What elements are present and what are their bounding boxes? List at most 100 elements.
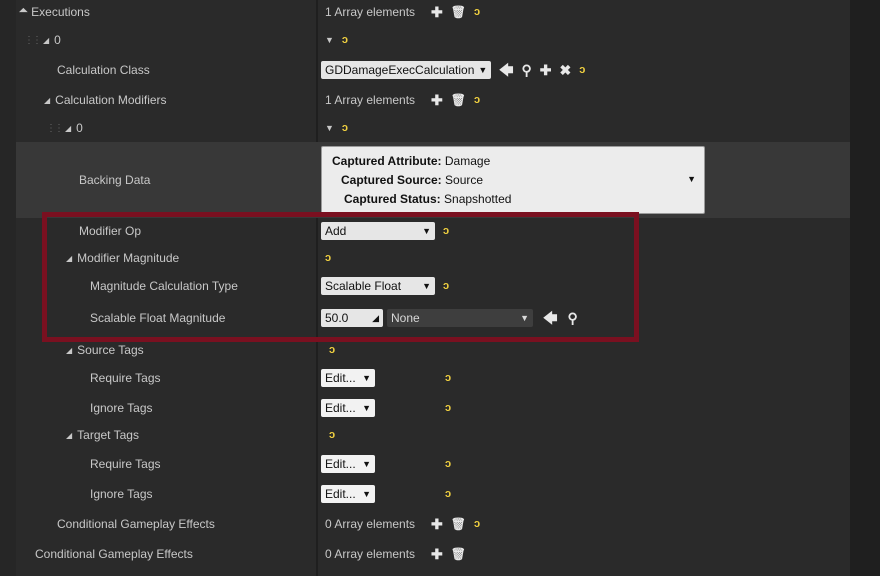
executions-name[interactable]: ◢ Executions — [16, 0, 318, 24]
target-tags-name[interactable]: ◢ Target Tags — [16, 424, 364, 446]
chevron-down-icon: ▼ — [520, 313, 529, 323]
reset-to-default-icon[interactable]: ↄ — [445, 458, 451, 470]
add-element-icon[interactable]: ✚ — [431, 517, 443, 531]
target-require-tags-value: Edit... ▼ ↄ — [321, 452, 451, 476]
use-selected-arrow-icon[interactable]: 🡄 — [543, 311, 557, 325]
reset-to-default-icon[interactable]: ↄ — [579, 64, 585, 76]
scalable-float-number[interactable]: 50.0 ◢ — [321, 309, 383, 327]
calculation-class-name: Calculation Class — [16, 58, 355, 82]
chevron-down-icon[interactable]: ▼ — [325, 35, 334, 45]
reset-to-default-icon[interactable]: ↄ — [445, 402, 451, 414]
target-ignore-tags-value: Edit... ▼ ↄ — [321, 482, 451, 506]
curve-table-combo[interactable]: None ▼ — [387, 309, 533, 327]
magnitude-calc-type-combo[interactable]: Scalable Float ▼ — [321, 277, 435, 295]
row-modifiers-0: ⋮⋮ ◢ 0 ▼ ↄ — [16, 116, 850, 140]
reset-to-default-icon[interactable]: ↄ — [445, 372, 451, 384]
captured-source-line: Captured Source: Source — [341, 173, 483, 187]
row-executions-0: ⋮⋮ ◢ 0 ▼ ↄ — [16, 28, 850, 52]
modifier-op-combo[interactable]: Add ▼ — [321, 222, 435, 240]
source-require-tags-value: Edit... ▼ ↄ — [321, 366, 451, 390]
row-target-require-tags: Require Tags Edit... ▼ ↄ — [16, 452, 850, 476]
backing-data-combo[interactable]: Captured Attribute: Damage Captured Sour… — [321, 146, 705, 214]
chevron-down-icon[interactable]: ▼ — [325, 123, 334, 133]
calculation-modifiers-name[interactable]: ◢ Calculation Modifiers — [16, 88, 342, 112]
array-count: 0 Array elements — [325, 517, 416, 531]
modifier-magnitude-name[interactable]: ◢ Modifier Magnitude — [16, 247, 364, 269]
captured-source-value: Source — [445, 173, 484, 187]
conditional-effects-inner-name: Conditional Gameplay Effects — [16, 512, 355, 536]
add-element-icon[interactable]: ✚ — [431, 93, 443, 107]
target-require-tags-edit-label: Edit... — [325, 457, 356, 471]
expand-icon[interactable]: ◢ — [43, 36, 49, 45]
drag-grip-icon[interactable]: ⋮⋮ — [24, 35, 42, 46]
trash-icon[interactable]: 🗑 — [451, 517, 466, 531]
backing-data-label: Backing Data — [79, 173, 151, 187]
row-modifier-magnitude: ◢ Modifier Magnitude ↄ — [16, 247, 850, 269]
calculation-class-label: Calculation Class — [57, 63, 150, 77]
use-selected-arrow-icon[interactable]: 🡄 — [499, 63, 513, 77]
modifier-op-selected: Add — [325, 224, 347, 238]
expand-icon[interactable]: ◢ — [66, 254, 72, 263]
target-tags-label: Target Tags — [77, 428, 139, 442]
modifier-op-value: Add ▼ ↄ — [321, 220, 449, 242]
trash-icon[interactable]: 🗑 — [451, 5, 466, 19]
row-calculation-class: Calculation Class GDDamageExecCalculatio… — [16, 58, 850, 82]
right-gutter — [850, 0, 880, 576]
modifiers-0-name[interactable]: ⋮⋮ ◢ 0 — [16, 116, 344, 140]
resize-handle-icon[interactable]: ◢ — [372, 313, 379, 324]
row-magnitude-calc-type: Magnitude Calculation Type Scalable Floa… — [16, 275, 850, 297]
chevron-down-icon: ▼ — [362, 403, 371, 413]
clear-icon[interactable]: ✖ — [559, 63, 571, 77]
reset-to-default-icon[interactable]: ↄ — [474, 6, 480, 18]
array-count: 1 Array elements — [325, 93, 416, 107]
add-element-icon[interactable]: ✚ — [431, 5, 443, 19]
array-count: 1 Array elements — [325, 5, 416, 19]
captured-status-line: Captured Status: Snapshotted — [344, 192, 511, 206]
calculation-class-combo[interactable]: GDDamageExecCalculation ▼ — [321, 61, 491, 79]
trash-icon[interactable]: 🗑 — [451, 93, 466, 107]
expand-icon[interactable]: ◢ — [66, 431, 72, 440]
source-require-tags-edit[interactable]: Edit... ▼ — [321, 369, 375, 387]
reset-to-default-icon[interactable]: ↄ — [474, 94, 480, 106]
modifiers-0-value: ▼ ↄ — [325, 116, 348, 140]
source-ignore-tags-edit-label: Edit... — [325, 401, 356, 415]
target-require-tags-edit[interactable]: Edit... ▼ — [321, 455, 375, 473]
expand-icon[interactable]: ◢ — [18, 7, 29, 18]
calculation-modifiers-value: 1 Array elements ✚ 🗑 ↄ — [325, 88, 480, 112]
row-source-ignore-tags: Ignore Tags Edit... ▼ ↄ — [16, 396, 850, 420]
add-element-icon[interactable]: ✚ — [431, 547, 443, 561]
reset-to-default-icon[interactable]: ↄ — [474, 518, 480, 530]
expand-icon[interactable]: ◢ — [66, 346, 72, 355]
expand-icon[interactable]: ◢ — [44, 96, 50, 105]
captured-attribute-value: Damage — [444, 154, 491, 168]
add-icon[interactable]: ✚ — [540, 63, 552, 77]
conditional-effects-outer-value: 0 Array elements ✚ 🗑 — [325, 542, 466, 566]
conditional-effects-outer-label: Conditional Gameplay Effects — [35, 547, 193, 561]
reset-to-default-icon[interactable]: ↄ — [342, 34, 348, 46]
chevron-down-icon: ▼ — [362, 489, 371, 499]
row-conditional-effects-outer: Conditional Gameplay Effects 0 Array ele… — [16, 542, 850, 566]
browse-search-icon[interactable]: ⚲ — [567, 311, 577, 325]
calculation-class-value: GDDamageExecCalculation ▼ 🡄 ⚲ ✚ ✖ ↄ — [321, 58, 585, 82]
reset-to-default-icon[interactable]: ↄ — [342, 122, 348, 134]
captured-source-key: Captured Source: — [341, 173, 442, 187]
reset-to-default-icon[interactable]: ↄ — [329, 429, 335, 441]
executions-0-name[interactable]: ⋮⋮ ◢ 0 — [16, 28, 322, 52]
browse-search-icon[interactable]: ⚲ — [521, 63, 531, 77]
expand-icon[interactable]: ◢ — [65, 124, 71, 133]
magnitude-calc-type-selected: Scalable Float — [325, 279, 402, 293]
chevron-down-icon: ▼ — [687, 174, 696, 184]
target-ignore-tags-edit[interactable]: Edit... ▼ — [321, 485, 375, 503]
source-ignore-tags-edit[interactable]: Edit... ▼ — [321, 399, 375, 417]
source-tags-name[interactable]: ◢ Source Tags — [16, 339, 364, 361]
trash-icon[interactable]: 🗑 — [451, 547, 466, 561]
drag-grip-icon[interactable]: ⋮⋮ — [46, 123, 64, 134]
reset-to-default-icon[interactable]: ↄ — [443, 280, 449, 292]
reset-to-default-icon[interactable]: ↄ — [445, 488, 451, 500]
reset-to-default-icon[interactable]: ↄ — [325, 252, 331, 264]
reset-to-default-icon[interactable]: ↄ — [329, 344, 335, 356]
reset-to-default-icon[interactable]: ↄ — [443, 225, 449, 237]
target-require-tags-label: Require Tags — [90, 457, 161, 471]
target-ignore-tags-label: Ignore Tags — [90, 487, 153, 501]
target-ignore-tags-edit-label: Edit... — [325, 487, 356, 501]
